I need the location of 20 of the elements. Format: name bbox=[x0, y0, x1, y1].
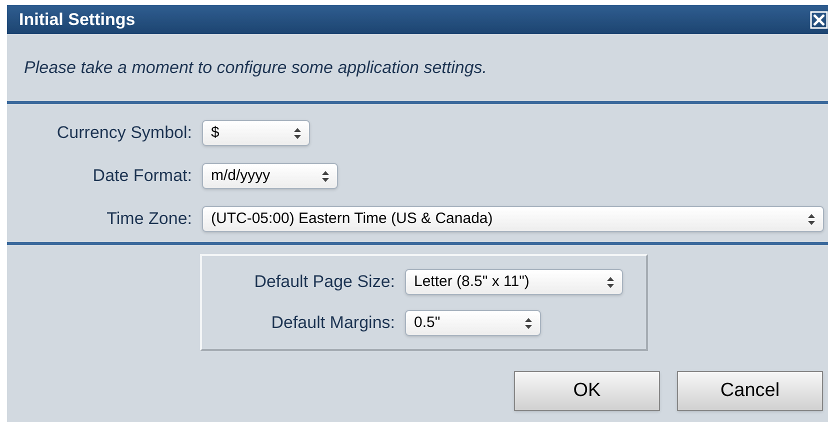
field-label: Default Page Size: bbox=[253, 271, 395, 294]
window-title: Initial Settings bbox=[19, 8, 136, 31]
dropdown[interactable]: (UTC-05:00) Eastern Time (US & Canada) bbox=[202, 206, 824, 232]
updown-arrows-icon bbox=[607, 276, 614, 288]
dropdown[interactable]: Letter (8.5" x 11") bbox=[405, 269, 623, 295]
dropdown[interactable]: 0.5" bbox=[405, 310, 541, 336]
field-label: Time Zone: bbox=[106, 208, 192, 230]
dropdown[interactable]: $ bbox=[202, 120, 310, 146]
dialog-button[interactable]: Cancel bbox=[677, 371, 823, 411]
field-label: Default Margins: bbox=[270, 312, 395, 334]
close-icon[interactable] bbox=[810, 10, 828, 28]
updown-arrows-icon bbox=[808, 214, 815, 224]
dialog-button[interactable]: OK bbox=[514, 371, 660, 411]
updown-arrows-icon bbox=[525, 318, 532, 328]
dropdown[interactable]: m/d/yyyy bbox=[202, 163, 338, 189]
updown-arrows-icon bbox=[294, 128, 301, 138]
field-label: Date Format: bbox=[92, 165, 192, 188]
field-label: Currency Symbol: bbox=[56, 122, 192, 144]
intro-text: Please take a moment to configure some application settings. bbox=[24, 56, 488, 79]
updown-arrows-icon bbox=[322, 170, 329, 182]
